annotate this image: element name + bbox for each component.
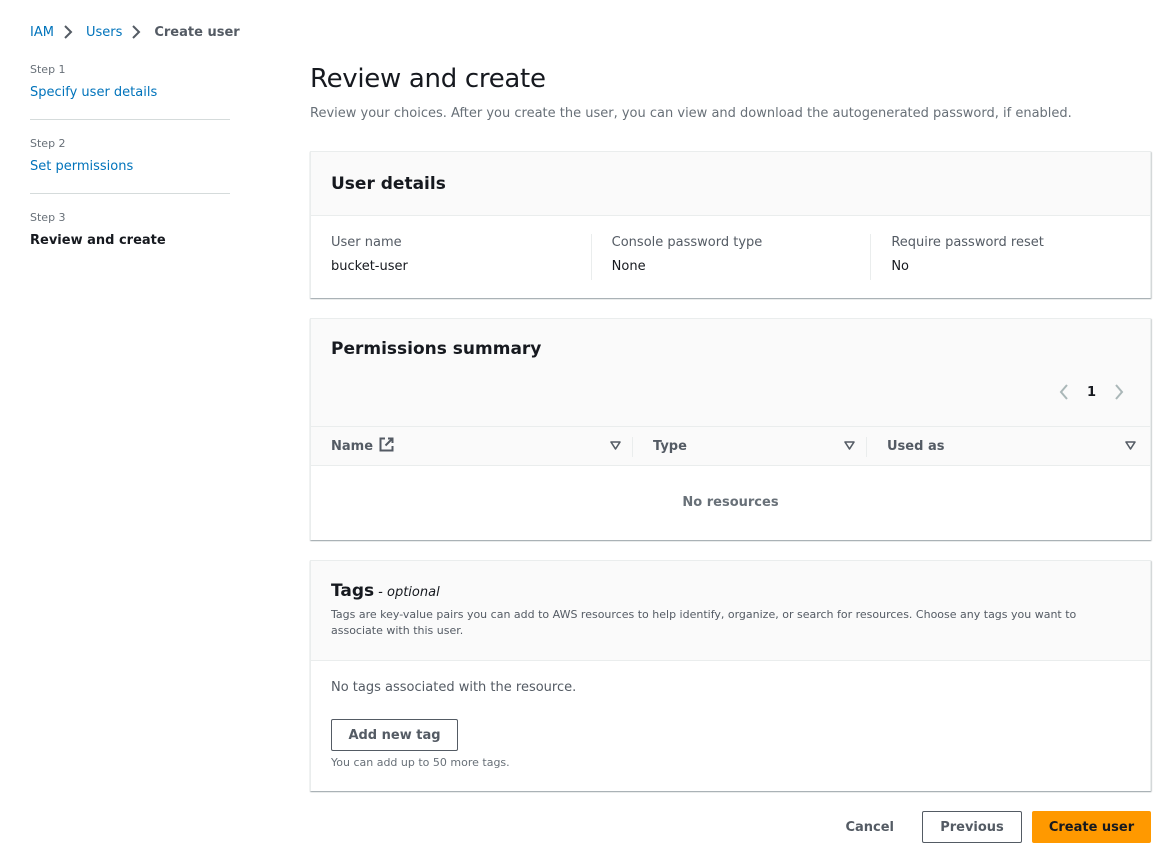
step-link-specify-user-details[interactable]: Specify user details bbox=[30, 84, 230, 102]
field-user-name: User name bucket-user bbox=[311, 234, 591, 280]
field-label: Require password reset bbox=[891, 235, 1044, 250]
sort-icon[interactable] bbox=[844, 439, 855, 454]
column-label: Used as bbox=[887, 438, 945, 454]
add-new-tag-button[interactable]: Add new tag bbox=[331, 719, 458, 751]
field-require-password-reset: Require password reset No bbox=[870, 234, 1150, 280]
step-link-set-permissions[interactable]: Set permissions bbox=[30, 158, 230, 176]
tags-description: Tags are key-value pairs you can add to … bbox=[331, 608, 1077, 637]
field-console-password-type: Console password type None bbox=[590, 234, 871, 280]
field-label: User name bbox=[331, 235, 402, 250]
external-link-icon[interactable] bbox=[379, 437, 394, 456]
chevron-left-icon[interactable] bbox=[1055, 383, 1073, 401]
tags-limit-hint: You can add up to 50 more tags. bbox=[331, 756, 510, 769]
step-number: Step 2 bbox=[30, 137, 66, 150]
breadcrumb-users-link[interactable]: Users bbox=[86, 25, 122, 40]
chevron-right-icon bbox=[126, 23, 150, 41]
chevron-right-icon bbox=[58, 23, 82, 41]
sort-icon[interactable] bbox=[610, 439, 621, 454]
field-value: bucket-user bbox=[331, 259, 408, 274]
permissions-summary-card: Permissions summary 1 Name Type Used as … bbox=[310, 318, 1151, 540]
create-user-button[interactable]: Create user bbox=[1032, 811, 1151, 843]
step-number: Step 3 bbox=[30, 211, 66, 224]
tags-empty-state: No tags associated with the resource. bbox=[331, 680, 577, 695]
cancel-button[interactable]: Cancel bbox=[827, 811, 912, 843]
sort-icon[interactable] bbox=[1125, 439, 1136, 454]
breadcrumb-current: Create user bbox=[154, 24, 240, 40]
user-details-fields: User name bucket-user Console password t… bbox=[311, 216, 1150, 280]
breadcrumb-iam-link[interactable]: IAM bbox=[30, 25, 54, 40]
column-label: Type bbox=[653, 438, 687, 454]
permissions-summary-title: Permissions summary bbox=[331, 339, 542, 359]
wizard-steps: Step 1 Specify user details Step 2 Set p… bbox=[30, 62, 230, 283]
card-header: User details bbox=[311, 152, 1150, 216]
page-header: Review and create Review your choices. A… bbox=[310, 60, 1151, 122]
tags-heading: Tags - optional bbox=[331, 581, 1130, 601]
card-header: Permissions summary 1 bbox=[311, 319, 1150, 427]
wizard-step-1: Step 1 Specify user details bbox=[30, 62, 230, 120]
page-description: Review your choices. After you create th… bbox=[310, 106, 1072, 121]
wizard-actions: Cancel Previous Create user bbox=[827, 811, 1151, 843]
tags-card: Tags - optional Tags are key-value pairs… bbox=[310, 560, 1151, 791]
optional-label: - optional bbox=[378, 585, 440, 600]
wizard-step-2: Step 2 Set permissions bbox=[30, 136, 230, 194]
column-header-type[interactable]: Type bbox=[633, 427, 867, 465]
column-label: Name bbox=[331, 438, 374, 454]
step-current-review-and-create: Review and create bbox=[30, 233, 166, 248]
column-header-used-as[interactable]: Used as bbox=[867, 427, 1150, 465]
field-value: No bbox=[891, 259, 910, 274]
card-header: Tags - optional Tags are key-value pairs… bbox=[311, 561, 1150, 661]
wizard-step-3: Step 3 Review and create bbox=[30, 210, 230, 267]
field-value: None bbox=[611, 259, 646, 274]
page-number[interactable]: 1 bbox=[1087, 385, 1096, 400]
tags-title: Tags bbox=[331, 581, 375, 601]
step-number: Step 1 bbox=[30, 63, 66, 76]
table-empty-state: No resources bbox=[682, 495, 779, 510]
previous-button[interactable]: Previous bbox=[922, 811, 1022, 843]
field-label: Console password type bbox=[611, 235, 763, 250]
chevron-right-icon[interactable] bbox=[1110, 383, 1128, 401]
pagination: 1 bbox=[1055, 383, 1128, 401]
page-title: Review and create bbox=[310, 64, 546, 94]
breadcrumb: IAM Users Create user bbox=[30, 23, 240, 41]
tags-body: No tags associated with the resource. Ad… bbox=[311, 661, 1150, 771]
user-details-title: User details bbox=[331, 173, 446, 194]
table-header: Name Type Used as bbox=[311, 427, 1150, 466]
user-details-card: User details User name bucket-user Conso… bbox=[310, 151, 1151, 298]
column-header-name[interactable]: Name bbox=[311, 427, 633, 465]
